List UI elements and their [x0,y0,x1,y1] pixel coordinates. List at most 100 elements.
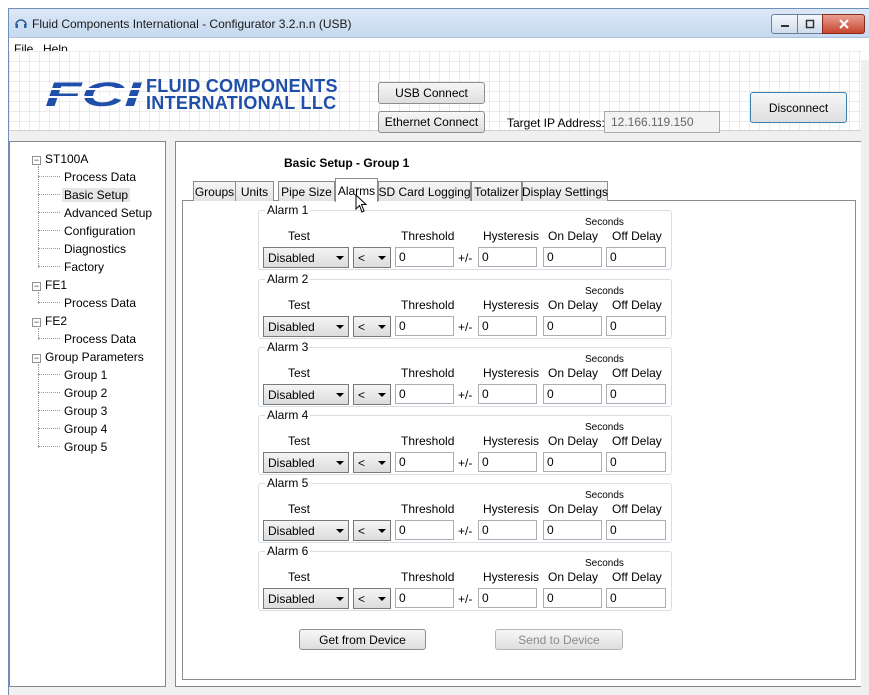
off-delay-label: Off Delay [612,570,662,584]
off-delay-input[interactable]: 0 [606,520,666,540]
collapse-icon[interactable]: − [32,156,41,165]
tree-node-process-data[interactable]: Process Data [64,170,136,184]
off-delay-input[interactable]: 0 [606,452,666,472]
tab-units[interactable]: Units [235,181,274,201]
hysteresis-input[interactable]: 0 [478,384,537,404]
on-delay-input[interactable]: 0 [543,247,602,267]
maximize-button[interactable] [797,14,823,34]
test-select[interactable]: Disabled [263,520,349,541]
threshold-input[interactable]: 0 [395,384,454,404]
test-label: Test [288,229,311,243]
threshold-input[interactable]: 0 [395,247,454,267]
ip-address-input[interactable]: 12.166.119.150 [604,111,720,133]
test-select[interactable]: Disabled [263,247,349,268]
hysteresis-input[interactable]: 0 [478,588,537,608]
alarm-group-title: Alarm 6 [265,544,311,558]
threshold-input[interactable]: 0 [395,520,454,540]
off-delay-input[interactable]: 0 [606,588,666,608]
ethernet-connect-button[interactable]: Ethernet Connect [378,111,485,133]
chevron-down-icon [378,393,386,397]
send-to-device-button[interactable]: Send to Device [495,629,623,650]
hysteresis-input[interactable]: 0 [478,452,537,472]
hysteresis-input[interactable]: 0 [478,316,537,336]
operator-select[interactable]: < [353,588,391,609]
maximize-icon [805,19,815,29]
threshold-input[interactable]: 0 [395,588,454,608]
hysteresis-label: Hysteresis [483,570,540,584]
on-delay-label: On Delay [548,570,599,584]
test-select[interactable]: Disabled [263,316,349,337]
test-select[interactable]: Disabled [263,452,349,473]
collapse-icon[interactable]: − [32,282,41,291]
tree-node-configuration[interactable]: Configuration [64,224,135,238]
off-delay-label: Off Delay [612,366,662,380]
tree-node-basic-setup[interactable]: Basic Setup [62,188,131,202]
alarm-group-title: Alarm 1 [265,203,311,217]
test-label: Test [288,298,311,312]
off-delay-label: Off Delay [612,229,662,243]
operator-select[interactable]: < [353,520,391,541]
on-delay-input[interactable]: 0 [543,316,602,336]
operator-select[interactable]: < [353,452,391,473]
tree-node-group-1[interactable]: Group 1 [64,368,107,382]
test-select[interactable]: Disabled [263,588,349,609]
hysteresis-label: Hysteresis [483,502,540,516]
test-select[interactable]: Disabled [263,384,349,405]
on-delay-input[interactable]: 0 [543,452,602,472]
get-from-device-button[interactable]: Get from Device [299,629,426,650]
company-name-line2: INTERNATIONAL LLC [146,93,337,113]
operator-select[interactable]: < [353,384,391,405]
threshold-label: Threshold [401,229,455,243]
tab-totalizer[interactable]: Totalizer [471,181,522,201]
plus-minus-label: +/- [458,524,473,538]
seconds-label: Seconds [585,558,624,569]
on-delay-input[interactable]: 0 [543,588,602,608]
plus-minus-label: +/- [458,388,473,402]
collapse-icon[interactable]: − [32,354,41,363]
hysteresis-input[interactable]: 0 [478,247,537,267]
alarm-group-title: Alarm 2 [265,272,311,286]
off-delay-label: Off Delay [612,434,662,448]
plus-minus-label: +/- [458,251,473,265]
tree-node-group-2[interactable]: Group 2 [64,386,107,400]
disconnect-button[interactable]: Disconnect [750,92,847,123]
off-delay-label: Off Delay [612,298,662,312]
tree-node-group-5[interactable]: Group 5 [64,440,107,454]
minimize-button[interactable] [771,14,798,34]
seconds-label: Seconds [585,354,624,365]
alarm-group-title: Alarm 3 [265,340,311,354]
collapse-icon[interactable]: − [32,318,41,327]
tree-node-group-4[interactable]: Group 4 [64,422,107,436]
operator-select[interactable]: < [353,316,391,337]
on-delay-input[interactable]: 0 [543,384,602,404]
hysteresis-label: Hysteresis [483,366,540,380]
tree-node-fe2-process-data[interactable]: Process Data [64,332,136,346]
chevron-down-icon [336,461,344,465]
threshold-label: Threshold [401,366,455,380]
test-label: Test [288,570,311,584]
tree-node-group-3[interactable]: Group 3 [64,404,107,418]
title-bar: Fluid Components International - Configu… [9,9,869,38]
hysteresis-label: Hysteresis [483,298,540,312]
hysteresis-input[interactable]: 0 [478,520,537,540]
tab-groups[interactable]: Groups [193,181,236,201]
seconds-label: Seconds [585,217,624,228]
operator-select[interactable]: < [353,247,391,268]
on-delay-input[interactable]: 0 [543,520,602,540]
tab-display-settings[interactable]: Display Settings [522,181,608,201]
off-delay-input[interactable]: 0 [606,316,666,336]
off-delay-input[interactable]: 0 [606,247,666,267]
ip-address-label: Target IP Address: [507,116,605,130]
tab-sd-card-logging[interactable]: SD Card Logging [378,181,471,201]
threshold-input[interactable]: 0 [395,316,454,336]
tree-node-diagnostics[interactable]: Diagnostics [64,242,126,256]
plus-minus-label: +/- [458,592,473,606]
tree-node-fe1-process-data[interactable]: Process Data [64,296,136,310]
tree-node-factory[interactable]: Factory [64,260,104,274]
off-delay-input[interactable]: 0 [606,384,666,404]
close-button[interactable] [822,14,865,34]
threshold-input[interactable]: 0 [395,452,454,472]
tab-pipe-size[interactable]: Pipe Size [278,181,335,201]
tree-node-advanced-setup[interactable]: Advanced Setup [64,206,152,220]
usb-connect-button[interactable]: USB Connect [378,82,485,104]
